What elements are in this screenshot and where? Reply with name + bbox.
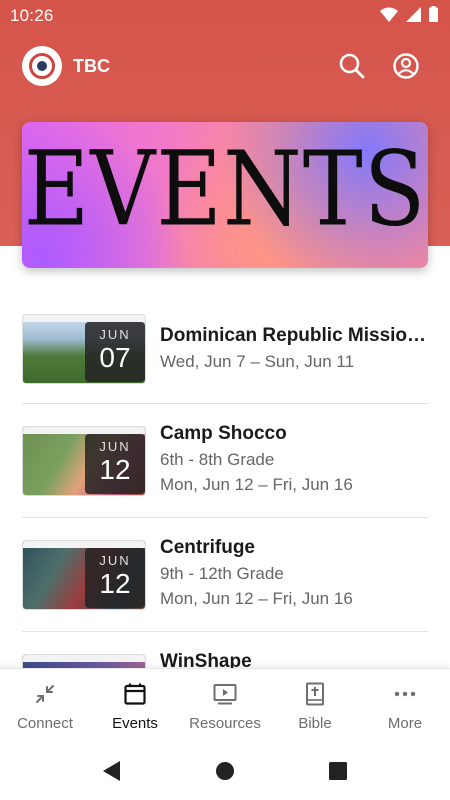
account-button[interactable] [390, 50, 422, 82]
event-grade: 9th - 12th Grade [160, 564, 284, 583]
event-item[interactable]: WinShape [22, 632, 428, 668]
nav-label: Bible [298, 715, 332, 732]
event-list[interactable]: JUN 07 Dominican Republic Missio… Wed, J… [0, 296, 450, 668]
recents-icon[interactable] [327, 760, 349, 782]
date-day: 12 [99, 568, 131, 599]
date-badge: JUN 07 [85, 322, 145, 382]
nav-label: More [387, 715, 423, 732]
event-thumbnail: JUN 12 [22, 540, 146, 610]
back-icon[interactable] [101, 760, 123, 782]
events-hero-banner: EVENTS [22, 122, 428, 268]
status-icons [380, 6, 438, 22]
nav-resources[interactable]: Resources [180, 669, 270, 741]
event-item[interactable]: JUN 12 Centrifuge 9th - 12th Grade Mon, … [22, 518, 428, 632]
nav-connect[interactable]: Connect [0, 669, 90, 741]
app-title: TBC [73, 56, 110, 76]
home-icon[interactable] [214, 760, 236, 782]
date-month: JUN [99, 439, 131, 454]
event-title: Centrifuge [160, 537, 255, 558]
event-title: WinShape [160, 651, 252, 668]
system-navigation-bar [0, 740, 450, 800]
event-dates: Wed, Jun 7 – Sun, Jun 11 [160, 352, 355, 371]
event-grade: 6th - 8th Grade [160, 450, 275, 469]
search-icon [339, 53, 365, 79]
nav-label: Events [112, 715, 158, 732]
date-day: 12 [99, 454, 131, 485]
battery-icon [429, 6, 438, 22]
status-time: 10:26 [10, 6, 54, 25]
search-button[interactable] [336, 50, 368, 82]
nav-events[interactable]: Events [90, 669, 180, 741]
nav-label: Connect [17, 715, 73, 732]
calendar-icon [124, 683, 146, 705]
nav-more[interactable]: More [360, 669, 450, 741]
date-day: 07 [99, 342, 131, 373]
event-title: Camp Shocco [160, 423, 287, 444]
bible-icon [306, 682, 324, 706]
event-thumbnail [22, 654, 146, 668]
date-month: JUN [99, 327, 131, 342]
app-bar: TBC [0, 44, 450, 88]
hero-title: EVENTS [23, 129, 427, 250]
event-thumbnail: JUN 12 [22, 426, 146, 496]
event-item[interactable]: JUN 07 Dominican Republic Missio… Wed, J… [22, 296, 428, 404]
signal-icon [406, 6, 421, 22]
more-icon [394, 691, 416, 697]
church-logo[interactable] [22, 46, 62, 86]
date-month: JUN [99, 553, 131, 568]
date-badge: JUN 12 [85, 434, 145, 494]
event-title: Dominican Republic Missio… [160, 325, 427, 346]
event-dates: Mon, Jun 12 – Fri, Jun 16 [160, 589, 353, 608]
event-dates: Mon, Jun 12 – Fri, Jun 16 [160, 475, 353, 494]
connect-icon [36, 685, 54, 703]
wifi-icon [380, 7, 398, 22]
date-badge: JUN 12 [85, 548, 145, 608]
nav-bible[interactable]: Bible [270, 669, 360, 741]
bottom-navigation: Connect Events Resources Bible More [0, 668, 450, 740]
video-icon [213, 684, 237, 705]
status-bar: 10:26 [0, 0, 450, 32]
account-icon [393, 53, 419, 79]
event-item[interactable]: JUN 12 Camp Shocco 6th - 8th Grade Mon, … [22, 404, 428, 518]
event-thumbnail: JUN 07 [22, 314, 146, 384]
nav-label: Resources [189, 715, 261, 732]
